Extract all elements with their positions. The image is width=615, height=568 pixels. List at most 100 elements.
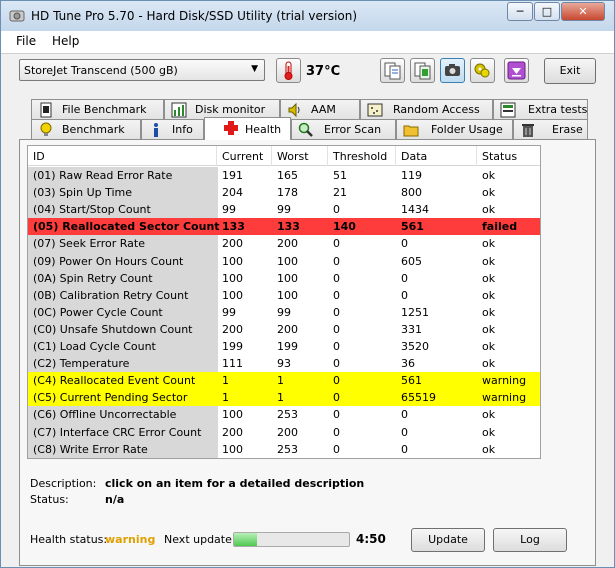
status-label: Status: [30,493,69,506]
minimize-button[interactable]: ─ [507,2,533,21]
column-header-threshold[interactable]: Threshold [333,150,387,163]
table-row[interactable]: (0B) Calibration Retry Count 100 100 0 0 ok [28,287,540,304]
tab-erase[interactable]: Erase [513,119,588,139]
cell-id: (C2) Temperature [33,357,130,371]
tab-aam[interactable]: AAM [280,99,360,119]
tab-info[interactable]: Info [141,119,204,139]
table-row[interactable]: (C5) Current Pending Sector 1 1 0 65519 warni… [28,389,540,407]
log-button[interactable]: Log [493,528,567,552]
menu-file[interactable]: File [16,34,36,48]
table-row[interactable]: (03) Spin Up Time 204 178 21 800 ok [28,184,540,201]
drive-select-value: StoreJet Transcend (500 gB) [24,64,178,77]
cell-threshold: 0 [333,442,340,456]
cell-threshold: 0 [333,374,340,388]
cell-current: 99 [222,305,236,319]
copy-screen-button[interactable] [410,58,435,83]
cell-worst: 178 [277,186,298,200]
hd-tune-app-icon [9,10,25,22]
save-button[interactable] [504,58,529,83]
smart-attribute-table[interactable]: ID Current Worst Threshold Data Status (… [27,145,541,459]
table-row[interactable]: (C8) Write Error Rate 100 253 0 0 ok [28,441,540,458]
maximize-button[interactable]: □ [534,2,560,21]
menu-bar: File Help [1,31,614,53]
title-bar[interactable]: HD Tune Pro 5.70 - Hard Disk/SSD Utility… [1,1,614,31]
tab-benchmark[interactable]: Benchmark [31,119,141,139]
tab-extra-tests[interactable]: Extra tests [493,99,588,119]
cell-worst: 100 [277,288,298,302]
tab-file-benchmark[interactable]: File Benchmark [31,99,164,119]
cell-worst: 199 [277,340,298,353]
cell-status: ok [482,237,496,251]
next-update-label: Next update: [164,533,236,546]
cell-id: (C8) Write Error Rate [33,442,148,456]
tab-label: AAM [311,103,336,116]
table-row[interactable]: (C7) Interface CRC Error Count 200 200 0 0 ok [28,424,540,441]
copy-text-button[interactable] [380,58,405,83]
cell-threshold: 0 [333,237,340,251]
tab-folder-usage[interactable]: Folder Usage [396,119,513,139]
cell-data: 605 [401,254,422,268]
cell-worst: 200 [277,425,298,439]
cell-threshold: 0 [333,254,340,268]
tab-error-scan[interactable]: Error Scan [291,119,396,139]
table-row[interactable]: (04) Start/Stop Count 99 99 0 1434 ok [28,201,540,218]
cell-status: ok [482,357,496,371]
cell-threshold: 51 [333,169,347,182]
table-row[interactable]: (01) Raw Read Error Rate 191 165 51 119 ok [28,167,540,184]
settings-button[interactable] [470,58,495,83]
table-row[interactable]: (C4) Reallocated Event Count 1 1 0 561 warnin… [28,372,540,390]
table-row[interactable]: (09) Power On Hours Count 100 100 0 605 ok [28,253,540,270]
cell-data: 119 [401,169,422,182]
screenshot-camera-icon [445,64,460,76]
column-header-current[interactable]: Current [222,150,263,163]
table-row[interactable]: (05) Reallocated Sector Count 133 133 140 56… [28,218,540,236]
cell-worst: 133 [277,220,300,234]
drive-select-dropdown[interactable]: StoreJet Transcend (500 gB) ▼ [19,59,265,81]
table-row[interactable]: (0A) Spin Retry Count 100 100 0 0 ok [28,270,540,287]
column-header-id[interactable]: ID [33,150,45,163]
info-icon [154,123,158,137]
tab-label: Extra tests [528,103,588,116]
cell-status: ok [482,442,496,456]
tab-random-access[interactable]: Random Access [360,99,493,119]
column-header-worst[interactable]: Worst [277,150,309,163]
cell-worst: 253 [277,442,298,456]
close-icon: ✕ [578,5,588,18]
cell-current: 1 [222,374,229,388]
cell-data: 0 [401,425,408,439]
cell-current: 200 [222,425,243,439]
cell-threshold: 0 [333,357,340,371]
temperature-button[interactable] [276,58,301,83]
cell-data: 331 [401,322,422,336]
table-row[interactable]: (C0) Unsafe Shutdown Count 200 200 0 331 ok [28,321,540,338]
menu-help[interactable]: Help [52,34,79,48]
column-header-data[interactable]: Data [401,150,427,163]
cell-threshold: 0 [333,271,340,285]
cell-threshold: 0 [333,408,340,422]
progress-fill [234,533,257,546]
cell-id: (C0) Unsafe Shutdown Count [33,322,193,336]
tab-label: Erase [552,123,583,136]
cell-data: 0 [401,408,408,422]
table-row[interactable]: (C1) Load Cycle Count 199 199 0 3520 ok [28,338,540,355]
table-row[interactable]: (07) Seek Error Rate 200 200 0 0 ok [28,235,540,252]
table-row[interactable]: (0C) Power Cycle Count 99 99 0 1251 ok [28,304,540,321]
tab-health[interactable]: Health [204,117,291,140]
table-row[interactable]: (C6) Offline Uncorrectable 100 253 0 0 ok [28,406,540,423]
update-button[interactable]: Update [411,528,485,552]
close-button[interactable]: ✕ [561,2,605,21]
cell-worst: 99 [277,203,291,217]
column-header-status[interactable]: Status [482,150,517,163]
exit-button[interactable]: Exit [544,58,596,84]
cell-status: ok [482,203,496,217]
cell-current: 200 [222,322,243,336]
description-label: Description: [30,477,97,490]
cell-threshold: 0 [333,305,340,319]
table-row[interactable]: (C2) Temperature 111 93 0 36 ok [28,355,540,372]
cell-id: (0B) Calibration Retry Count [33,288,189,302]
screenshot-button[interactable] [440,58,465,83]
tab-disk-monitor[interactable]: Disk monitor [164,99,280,119]
cell-worst: 200 [277,322,298,336]
health-status-value: warning [105,533,156,546]
cell-current: 111 [222,357,243,371]
